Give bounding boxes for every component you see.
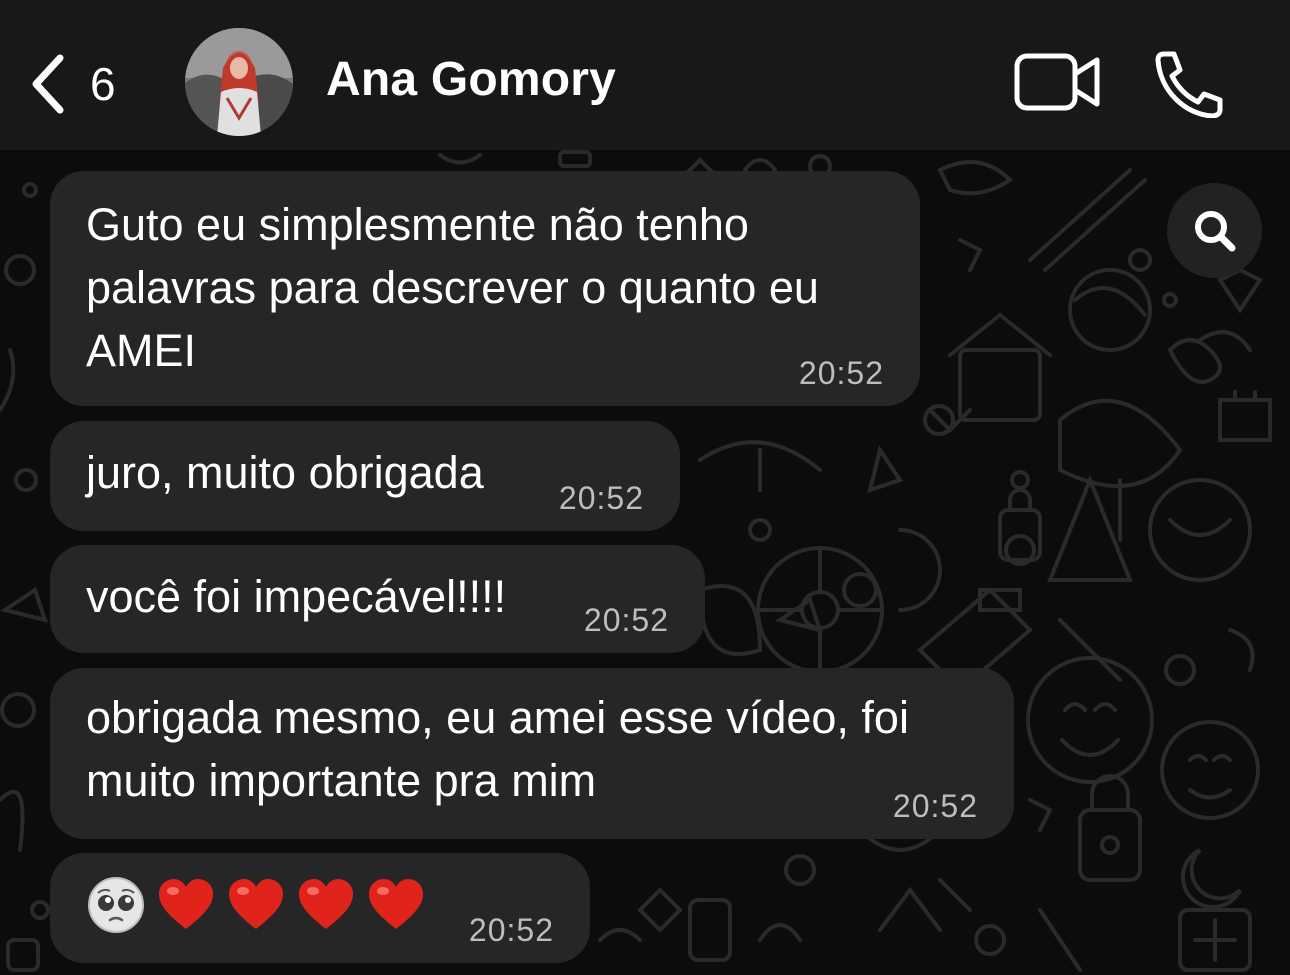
message-line: AMEI	[86, 325, 197, 376]
message-bubble[interactable]: juro, muito obrigada 20:52	[50, 421, 680, 531]
red-heart-icon	[299, 879, 353, 929]
message-text: juro, muito obrigada	[86, 441, 484, 504]
back-button[interactable]: 6	[28, 44, 116, 124]
chat-screen: 6 Ana Gomory Guto eu simplesmente não te…	[0, 0, 1290, 975]
message-timestamp: 20:52	[583, 602, 669, 638]
search-icon	[1194, 210, 1235, 251]
chat-header: 6 Ana Gomory	[0, 0, 1290, 150]
pleading-face-icon	[88, 877, 144, 933]
message-line: juro, muito obrigada	[86, 447, 484, 498]
message-timestamp: 20:52	[892, 788, 978, 824]
message-bubble[interactable]: 20:52	[50, 853, 590, 963]
message-line: obrigada mesmo, eu amei esse vídeo, foi	[86, 692, 909, 743]
message-timestamp: 20:52	[558, 480, 644, 516]
message-timestamp: 20:52	[468, 912, 554, 948]
chevron-left-icon	[32, 54, 64, 114]
message-line: você foi impecável!!!!	[86, 571, 507, 622]
message-bubble[interactable]: você foi impecável!!!! 20:52	[50, 545, 705, 653]
emoji-row	[86, 875, 426, 935]
message-bubble[interactable]: obrigada mesmo, eu amei esse vídeo, foi …	[50, 668, 1014, 839]
message-text: obrigada mesmo, eu amei esse vídeo, foi …	[86, 686, 909, 812]
red-heart-icon	[159, 879, 213, 929]
red-heart-icon	[229, 879, 283, 929]
voice-call-button[interactable]	[1150, 48, 1226, 119]
avatar[interactable]	[185, 28, 293, 136]
message-line: muito importante pra mim	[86, 755, 597, 806]
red-heart-icon	[369, 879, 423, 929]
contact-name[interactable]: Ana Gomory	[326, 52, 616, 107]
message-bubble[interactable]: Guto eu simplesmente não tenho palavras …	[50, 171, 920, 406]
message-timestamp: 20:52	[798, 355, 884, 391]
video-camera-icon	[1014, 53, 1100, 111]
search-button[interactable]	[1167, 183, 1262, 278]
unread-count: 6	[90, 58, 116, 110]
message-line: Guto eu simplesmente não tenho	[86, 199, 749, 250]
message-text: você foi impecável!!!!	[86, 565, 506, 628]
video-call-button[interactable]	[1013, 50, 1105, 116]
message-text: Guto eu simplesmente não tenho palavras …	[86, 193, 819, 382]
message-line: palavras para descrever o quanto eu	[86, 262, 819, 313]
phone-icon	[1155, 51, 1223, 119]
